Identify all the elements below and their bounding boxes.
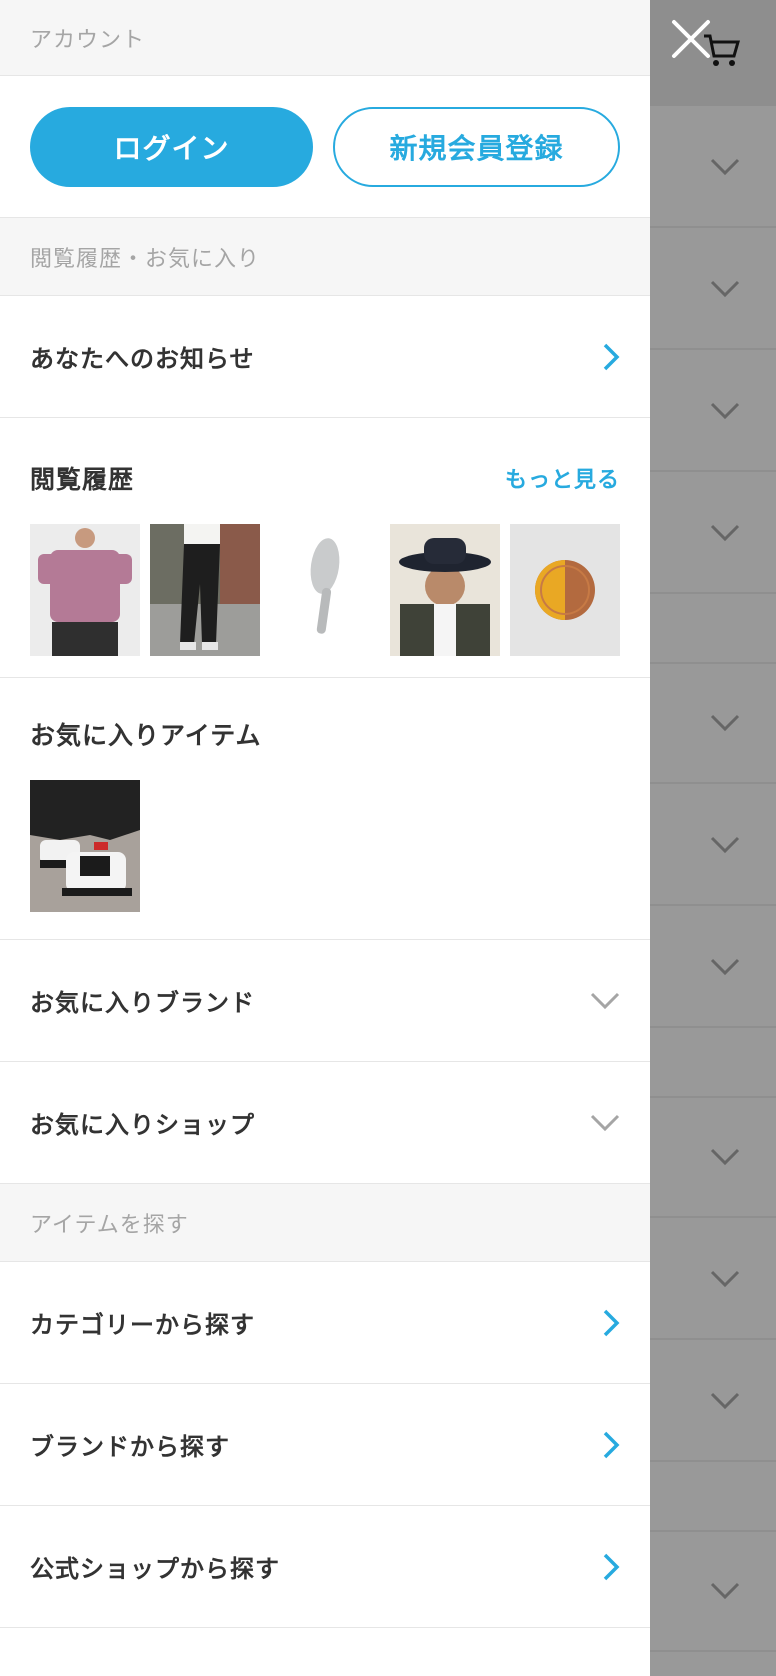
background-row xyxy=(650,1532,776,1652)
chevron-down-icon xyxy=(710,158,740,176)
history-item-thumbnail[interactable] xyxy=(30,524,140,656)
search-section-title: アイテムを探す xyxy=(30,1212,189,1238)
chevron-down-icon xyxy=(590,1114,620,1131)
login-button[interactable]: ログイン xyxy=(30,106,313,187)
favorite-shops-row[interactable]: お気に入りショップ xyxy=(0,1062,650,1184)
favorite-item-thumbnail[interactable] xyxy=(30,780,140,912)
history-title: 閲覧履歴 xyxy=(30,465,135,494)
background-row xyxy=(650,596,776,664)
chevron-right-icon xyxy=(603,1309,620,1336)
favorite-brands-row[interactable]: お気に入りブランド xyxy=(0,940,650,1062)
background-row xyxy=(650,664,776,784)
chevron-down-icon xyxy=(710,1392,740,1410)
chevron-down-icon xyxy=(590,992,620,1009)
search-by-category-row[interactable]: カテゴリーから探す xyxy=(0,1262,650,1384)
background-row xyxy=(650,908,776,1028)
favorite-shops-label: お気に入りショップ xyxy=(30,1111,255,1139)
chevron-right-icon xyxy=(603,1431,620,1458)
chevron-down-icon xyxy=(710,524,740,542)
chevron-down-icon xyxy=(710,1270,740,1288)
chevron-down-icon xyxy=(710,402,740,420)
chevron-down-icon xyxy=(710,1148,740,1166)
background-row xyxy=(650,1098,776,1218)
favorite-items: お気に入りアイテム xyxy=(0,678,650,940)
chevron-down-icon xyxy=(710,714,740,732)
browsing-history: 閲覧履歴 もっと見る xyxy=(0,418,650,678)
history-section-header: 閲覧履歴・お気に入り xyxy=(0,218,650,296)
search-by-official-shop-row[interactable]: 公式ショップから探す xyxy=(0,1506,650,1628)
chevron-down-icon xyxy=(710,1582,740,1600)
close-icon[interactable] xyxy=(670,18,712,60)
background-row xyxy=(650,474,776,594)
chevron-down-icon xyxy=(710,280,740,298)
background-row xyxy=(650,352,776,472)
chevron-down-icon xyxy=(710,836,740,854)
search-by-brand-label: ブランドから探す xyxy=(30,1433,230,1461)
favorite-items-title: お気に入りアイテム xyxy=(30,721,262,750)
account-section-title: アカウント xyxy=(30,27,146,53)
background-row xyxy=(650,1464,776,1532)
background-row xyxy=(650,108,776,228)
history-section-title: 閲覧履歴・お気に入り xyxy=(30,246,261,272)
history-item-thumbnail[interactable] xyxy=(270,524,380,656)
history-item-thumbnail[interactable] xyxy=(510,524,620,656)
background-row xyxy=(650,786,776,906)
search-by-category-label: カテゴリーから探す xyxy=(30,1311,255,1339)
favorite-brands-label: お気に入りブランド xyxy=(30,989,255,1017)
see-more-link[interactable]: もっと見る xyxy=(505,462,620,494)
history-item-thumbnail[interactable] xyxy=(150,524,260,656)
chevron-right-icon xyxy=(603,1553,620,1580)
notifications-label: あなたへのお知らせ xyxy=(30,345,255,373)
history-item-thumbnail[interactable] xyxy=(390,524,500,656)
side-menu-drawer: アカウント ログイン 新規会員登録 閲覧履歴・お気に入り あなたへのお知らせ 閲… xyxy=(0,0,650,1676)
history-thumbnails xyxy=(30,524,620,656)
account-section-header: アカウント xyxy=(0,0,650,76)
background-row xyxy=(650,1030,776,1098)
signup-button[interactable]: 新規会員登録 xyxy=(333,106,620,187)
background-row xyxy=(650,1220,776,1340)
chevron-down-icon xyxy=(710,958,740,976)
background-row xyxy=(650,1342,776,1462)
search-by-official-shop-label: 公式ショップから探す xyxy=(30,1555,280,1583)
notifications-row[interactable]: あなたへのお知らせ xyxy=(0,296,650,418)
search-by-brand-row[interactable]: ブランドから探す xyxy=(0,1384,650,1506)
chevron-right-icon xyxy=(603,343,620,370)
auth-buttons: ログイン 新規会員登録 xyxy=(0,76,650,218)
background-row xyxy=(650,230,776,350)
search-section-header: アイテムを探す xyxy=(0,1184,650,1262)
